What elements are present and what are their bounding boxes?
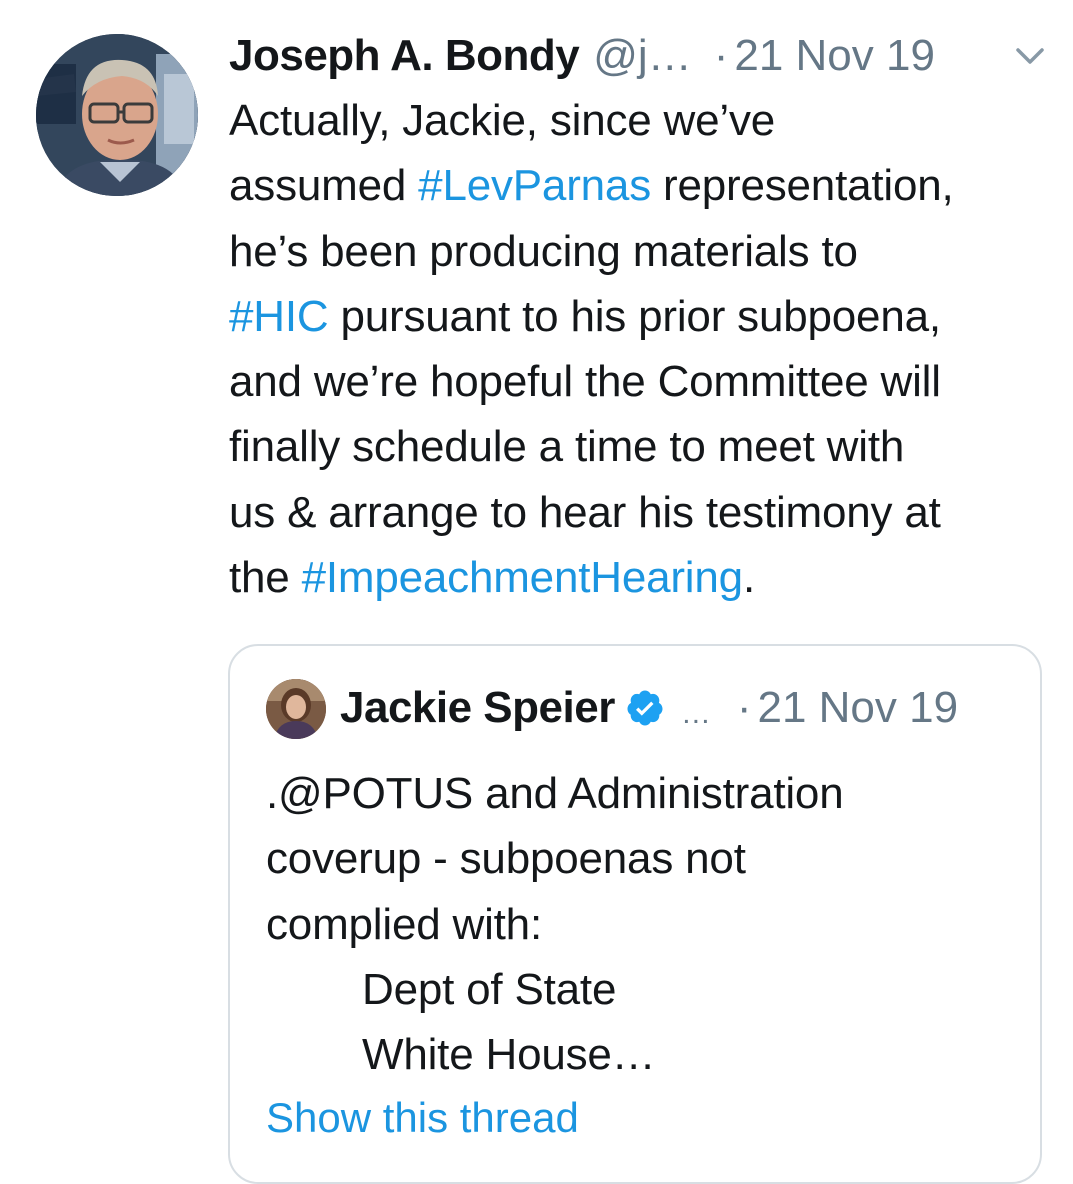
- quoted-avatar-photo: [266, 679, 326, 739]
- tweet-date[interactable]: 21 Nov 19: [734, 31, 935, 81]
- quoted-tweet-text: .@POTUS and Administration coverup - sub…: [266, 761, 1026, 1087]
- separator-dot: ·: [736, 683, 752, 732]
- quoted-tweet-card[interactable]: Jackie Speier … · 21 Nov 19 .@POTUS and …: [228, 644, 1042, 1184]
- quoted-tweet-date[interactable]: 21 Nov 19: [757, 683, 958, 733]
- quoted-author-name[interactable]: Jackie Speier: [340, 683, 615, 733]
- tweet-header: Joseph A. Bondy @j… · 21 Nov 19: [229, 26, 1049, 86]
- hashtag-hic[interactable]: #HIC: [229, 292, 329, 341]
- tweet-text-line: finally schedule a time to meet with: [229, 422, 905, 472]
- hashtag-levparnas[interactable]: #LevParnas: [418, 161, 651, 210]
- quoted-text-line: complied with:: [266, 899, 542, 949]
- hashtag-impeachmenthearing[interactable]: #ImpeachmentHearing: [302, 553, 744, 602]
- quoted-handle-truncated[interactable]: …: [681, 697, 711, 731]
- verified-badge-icon: [625, 688, 665, 728]
- tweet[interactable]: Joseph A. Bondy @j… · 21 Nov 19 Actually…: [0, 0, 1073, 1184]
- tweet-text-line: Actually, Jackie, since we’ve: [229, 96, 776, 145]
- author-avatar[interactable]: [36, 34, 198, 196]
- text-fragment: .: [742, 553, 755, 603]
- quoted-text-line: Dept of State: [362, 964, 617, 1014]
- chevron-down-icon[interactable]: [1010, 44, 1050, 72]
- author-name[interactable]: Joseph A. Bondy: [229, 31, 580, 81]
- tweet-text-line: he’s been producing materials to: [229, 226, 858, 276]
- tweet-text: Actually, Jackie, since we’ve assumed #L…: [229, 88, 1059, 610]
- avatar-photo: [36, 34, 198, 196]
- quoted-text-line: .@POTUS and Administration: [266, 769, 844, 818]
- quoted-author-avatar[interactable]: [266, 679, 326, 739]
- separator-dot: ·: [713, 31, 729, 80]
- tweet-text-line: the #ImpeachmentHearing.: [229, 545, 1059, 610]
- tweet-text-line: assumed #LevParnas representation,: [229, 153, 1059, 218]
- show-thread-link[interactable]: Show this thread: [266, 1094, 579, 1142]
- tweet-text-line: us & arrange to hear his testimony at: [229, 487, 941, 537]
- tweet-text-line: and we’re hopeful the Committee will: [229, 357, 941, 407]
- tweet-text-line: #HIC pursuant to his prior subpoena,: [229, 284, 1059, 349]
- author-handle[interactable]: @j…: [593, 31, 691, 81]
- text-fragment: representation,: [651, 161, 954, 211]
- quoted-text-line: coverup - subpoenas not: [266, 834, 746, 884]
- text-fragment: assumed: [229, 161, 419, 211]
- text-fragment: pursuant to his prior subpoena,: [328, 291, 941, 341]
- quoted-text-line: White House…: [362, 1030, 656, 1080]
- quoted-tweet-header: Jackie Speier … · 21 Nov 19: [340, 676, 958, 740]
- text-fragment: the: [229, 553, 302, 603]
